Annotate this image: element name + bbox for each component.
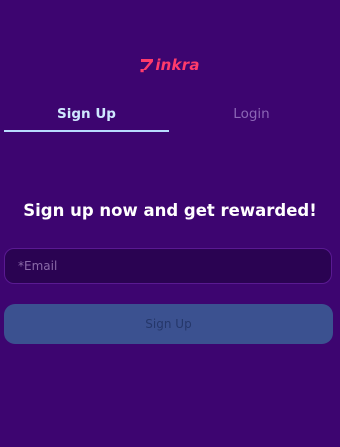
brand-name: inkra [155, 56, 200, 74]
tab-sign-up[interactable]: Sign Up [4, 96, 169, 132]
email-input[interactable] [5, 249, 331, 283]
auth-tabs: Sign Up Login [4, 96, 334, 132]
brand-logo: inkra [0, 56, 340, 74]
zinkra-logo-icon [140, 59, 154, 73]
signup-headline: Sign up now and get rewarded! [23, 201, 317, 220]
tab-login[interactable]: Login [169, 96, 334, 132]
sign-up-button[interactable]: Sign Up [4, 304, 333, 344]
email-field [4, 248, 332, 284]
